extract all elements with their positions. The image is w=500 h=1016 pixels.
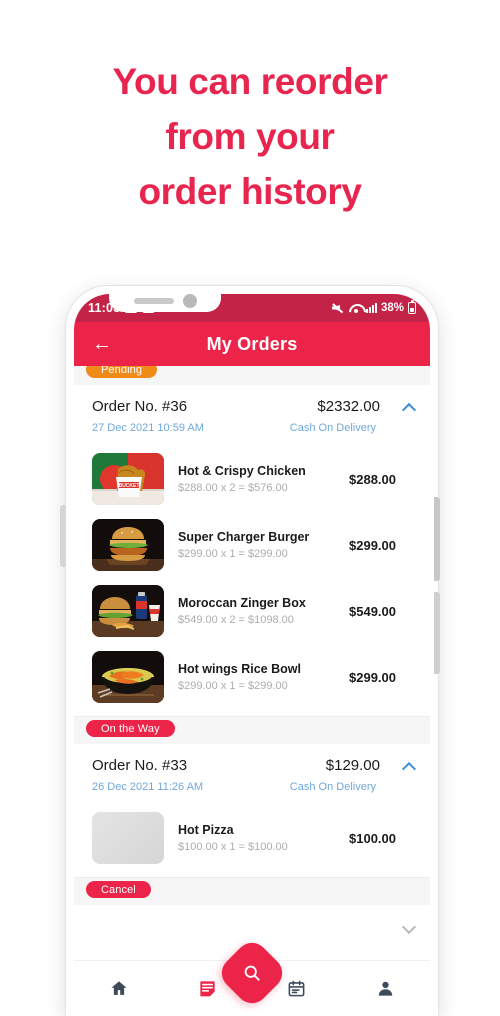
calendar-icon (288, 980, 305, 997)
item-info: Hot Pizza $100.00 x 1 = $100.00 (164, 823, 349, 853)
chevron-down-icon[interactable] (402, 923, 416, 931)
order-header[interactable] (74, 905, 430, 945)
battery-percent-label: 38% (380, 302, 404, 314)
orders-list[interactable]: Pending Order No. #36 $2332.00 27 Dec 20… (74, 366, 430, 1016)
item-thumbnail (92, 651, 164, 703)
item-calculation: $549.00 x 2 = $1098.00 (178, 614, 294, 626)
item-price: $299.00 (349, 537, 396, 553)
phone-left-button[interactable] (60, 505, 66, 567)
front-camera (182, 294, 197, 308)
profile-icon (378, 981, 393, 996)
chevron-up-icon[interactable] (402, 762, 416, 770)
order-card: Cancel (74, 881, 430, 945)
item-info: Super Charger Burger $299.00 x 1 = $299.… (164, 530, 349, 560)
status-bar-right: 38% (332, 300, 416, 314)
item-name: Hot wings Rice Bowl (178, 662, 301, 676)
headline-line-2: from your (165, 115, 335, 157)
back-arrow-icon[interactable]: ← (82, 334, 122, 354)
svg-text:BUCKET: BUCKET (119, 483, 140, 489)
item-price: $299.00 (349, 669, 396, 685)
order-header[interactable]: Order No. #36 $2332.00 27 Dec 2021 10:59… (74, 385, 430, 443)
headline-line-1: You can reorder (112, 61, 388, 102)
order-date: 27 Dec 2021 10:59 AM (92, 422, 204, 434)
status-badge: Pending (86, 366, 158, 378)
status-strip: Cancel (74, 881, 430, 905)
item-calculation: $288.00 x 2 = $576.00 (178, 482, 288, 494)
status-badge: On the Way (86, 720, 175, 737)
item-name: Hot & Crispy Chicken (178, 464, 306, 478)
order-number: Order No. #36 (92, 398, 188, 415)
item-info: Moroccan Zinger Box $549.00 x 2 = $1098.… (164, 596, 349, 626)
order-payment-method: Cash On Delivery (289, 781, 376, 793)
signal-icon (365, 303, 377, 313)
page-headline: You can reorder from your order history (0, 55, 500, 219)
phone-screen: 11:03 38% ← My Orders Pending Order No. … (74, 294, 430, 1016)
order-number: Order No. #33 (92, 757, 188, 774)
order-card: On the Way Order No. #33 $129.00 26 Dec … (74, 720, 430, 877)
order-payment-method: Cash On Delivery (289, 422, 376, 434)
item-calculation: $299.00 x 1 = $299.00 (178, 680, 288, 692)
page-title: My Orders (206, 333, 298, 354)
item-info: Hot wings Rice Bowl $299.00 x 1 = $299.0… (164, 662, 349, 692)
nav-profile[interactable] (341, 961, 430, 1016)
list-item[interactable]: Super Charger Burger $299.00 x 1 = $299.… (74, 512, 430, 578)
item-thumbnail (92, 585, 164, 637)
item-name: Super Charger Burger (178, 530, 310, 544)
wifi-icon (349, 303, 362, 313)
order-date: 26 Dec 2021 11:26 AM (92, 781, 204, 793)
chevron-up-icon[interactable] (402, 403, 416, 411)
item-calculation: $299.00 x 1 = $299.00 (178, 548, 288, 560)
mute-icon (332, 303, 345, 314)
order-card: Pending Order No. #36 $2332.00 27 Dec 20… (74, 366, 430, 716)
nav-home[interactable] (74, 961, 163, 1016)
phone-volume-up-button[interactable] (434, 497, 440, 581)
status-strip: Pending (74, 366, 430, 385)
list-item[interactable]: Hot wings Rice Bowl $299.00 x 1 = $299.0… (74, 644, 430, 710)
battery-icon (408, 300, 416, 314)
item-price: $288.00 (349, 471, 396, 487)
item-name: Moroccan Zinger Box (178, 596, 306, 610)
status-badge: Cancel (86, 881, 151, 898)
headline-line-3: order history (138, 170, 362, 212)
order-items: Hot Pizza $100.00 x 1 = $100.00 $100.00 (74, 802, 430, 877)
home-icon (110, 981, 127, 995)
list-item[interactable]: BUCKET Hot & Crispy Chicken $288.00 x 2 … (74, 446, 430, 512)
item-thumbnail: BUCKET (92, 453, 164, 505)
list-item[interactable]: Hot Pizza $100.00 x 1 = $100.00 $100.00 (74, 805, 430, 871)
status-strip: On the Way (74, 720, 430, 744)
phone-volume-down-button[interactable] (434, 592, 440, 674)
list-item[interactable]: Moroccan Zinger Box $549.00 x 2 = $1098.… (74, 578, 430, 644)
earpiece-speaker (133, 298, 174, 304)
search-icon (244, 965, 260, 981)
item-price: $100.00 (349, 830, 396, 846)
item-info: Hot & Crispy Chicken $288.00 x 2 = $576.… (164, 464, 349, 494)
phone-notch (109, 290, 221, 312)
bottom-navigation (74, 936, 430, 1016)
order-items: BUCKET Hot & Crispy Chicken $288.00 x 2 … (74, 443, 430, 716)
orders-note-icon (200, 981, 215, 997)
order-header[interactable]: Order No. #33 $129.00 26 Dec 2021 11:26 … (74, 744, 430, 802)
item-price: $549.00 (349, 603, 396, 619)
item-name: Hot Pizza (178, 823, 234, 837)
app-header: ← My Orders (74, 322, 430, 366)
item-calculation: $100.00 x 1 = $100.00 (178, 841, 288, 853)
item-thumbnail (92, 812, 164, 864)
item-thumbnail (92, 519, 164, 571)
